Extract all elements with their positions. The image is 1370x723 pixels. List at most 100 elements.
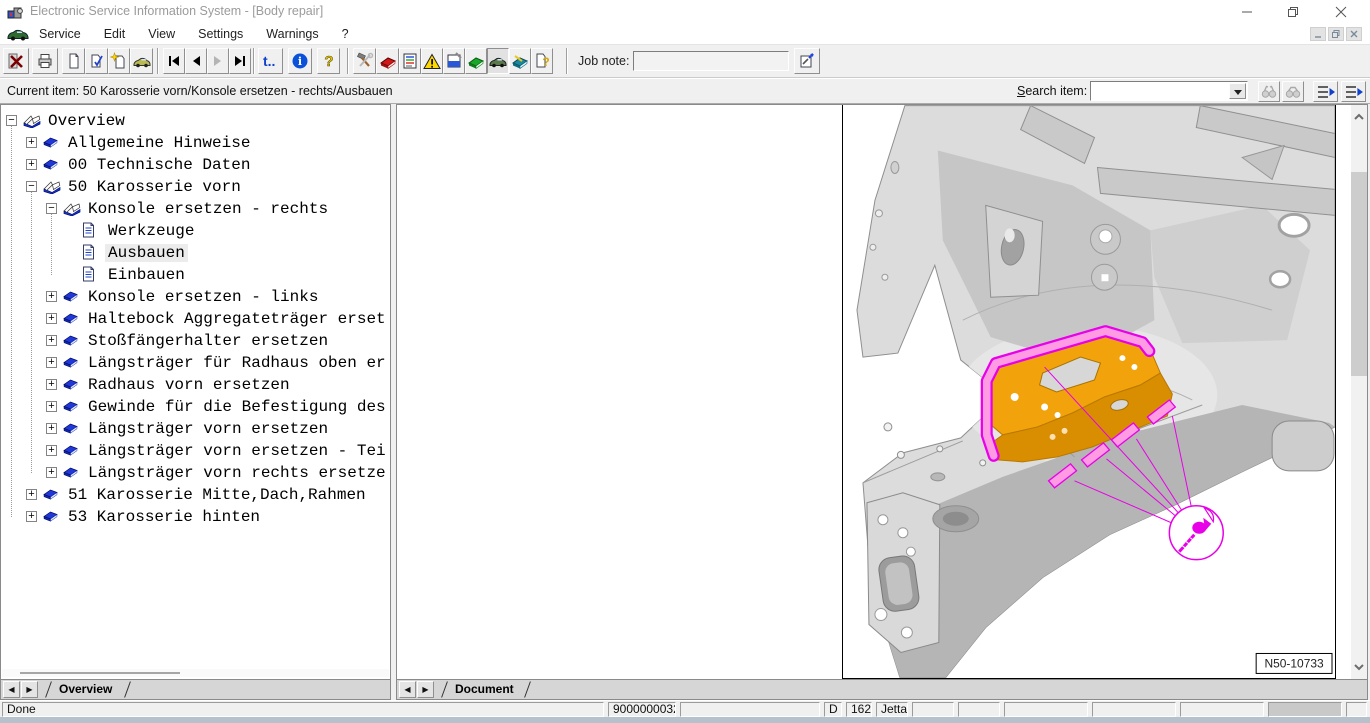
search-item-input[interactable] (1092, 83, 1228, 99)
scroll-up-icon[interactable] (1353, 111, 1365, 123)
tree-expander[interactable] (46, 313, 57, 324)
print-button[interactable] (32, 48, 58, 74)
restore-button[interactable] (1270, 0, 1316, 24)
tree-item[interactable]: Werkzeuge (1, 220, 390, 242)
new-document-button[interactable] (62, 48, 85, 74)
menu-item[interactable]: Edit (99, 27, 131, 41)
search-item-combobox[interactable] (1090, 81, 1248, 101)
tree-expander[interactable] (46, 357, 57, 368)
tree-item[interactable]: Einbauen (1, 264, 390, 286)
closed-book-icon (42, 509, 59, 524)
job-note-input[interactable] (633, 51, 789, 71)
tree-expander[interactable] (6, 115, 17, 126)
tree-expander[interactable] (26, 181, 37, 192)
new-page-button[interactable] (108, 48, 130, 74)
menu-item[interactable]: ? (337, 27, 354, 41)
tree-expander[interactable] (46, 379, 57, 390)
tree-item[interactable]: 50 Karosserie vorn (1, 176, 390, 198)
tree-item-icon (62, 465, 83, 481)
tree-expander[interactable] (46, 467, 57, 478)
tree-item[interactable]: Overview (1, 110, 390, 132)
next-item-button[interactable] (207, 48, 229, 74)
tree-item-icon (62, 377, 83, 393)
tree-item[interactable]: 53 Karosserie hinten (1, 506, 390, 528)
expand-tree-button[interactable] (1341, 81, 1366, 102)
previous-item-button[interactable] (185, 48, 207, 74)
tree-item[interactable]: 00 Technische Daten (1, 154, 390, 176)
combo-dropdown-button[interactable] (1229, 83, 1246, 99)
tree-expander[interactable] (46, 423, 57, 434)
scroll-down-icon[interactable] (1353, 661, 1365, 673)
tree-expander[interactable] (46, 401, 57, 412)
tree-expander[interactable] (46, 203, 57, 214)
mdi-close-button[interactable] (1346, 27, 1362, 41)
edit-note-button[interactable] (794, 48, 820, 74)
tree-expander[interactable] (26, 137, 37, 148)
tree-expander[interactable] (26, 489, 37, 500)
document-help-button[interactable]: ? (531, 48, 553, 74)
document-scrollbar-thumb[interactable] (1351, 172, 1367, 376)
tree-item[interactable]: 51 Karosserie Mitte,Dach,Rahmen (1, 484, 390, 506)
last-item-button[interactable] (229, 48, 251, 74)
tree-expander[interactable] (26, 159, 37, 170)
vehicle-data-button[interactable] (487, 48, 509, 74)
tree-item[interactable]: Längsträger vorn ersetzen (1, 418, 390, 440)
tree-item[interactable]: Radhaus vorn ersetzen (1, 374, 390, 396)
tree-item-icon (42, 487, 63, 503)
tree-item[interactable]: Längsträger für Radhaus oben er (1, 352, 390, 374)
tree-item-label: 53 Karosserie hinten (65, 508, 263, 526)
document-vertical-scrollbar[interactable] (1351, 105, 1367, 679)
warnings-button[interactable] (421, 48, 443, 74)
tree-item[interactable]: Gewinde für die Befestigung des (1, 396, 390, 418)
tree-horizontal-scrollbar[interactable] (2, 669, 389, 677)
info-button[interactable]: i (288, 48, 312, 74)
tab-scroll-right-button[interactable] (417, 681, 434, 698)
repair-manual-button[interactable] (376, 48, 399, 74)
mdi-minimize-button[interactable] (1310, 27, 1326, 41)
first-item-button[interactable] (163, 48, 185, 74)
search-forward-button[interactable] (1258, 81, 1280, 102)
edit-note-icon (798, 52, 816, 70)
fill-button[interactable] (443, 48, 465, 74)
service-book-button[interactable] (465, 48, 487, 74)
tree-item[interactable]: Konsole ersetzen - links (1, 286, 390, 308)
vehicle-button[interactable] (130, 48, 153, 74)
tree-item-label: 00 Technische Daten (65, 156, 253, 174)
tree-item[interactable]: Allgemeine Hinweise (1, 132, 390, 154)
menu-item[interactable]: Service (34, 27, 86, 41)
menu-item[interactable]: Warnings (261, 27, 323, 41)
tree-item[interactable]: Konsole ersetzen - rechts (1, 198, 390, 220)
tree-item-icon (62, 421, 83, 437)
edit-document-button[interactable] (85, 48, 108, 74)
tree-item-icon (42, 178, 63, 194)
tree-expander[interactable] (46, 335, 57, 346)
mdi-restore-button[interactable] (1328, 27, 1344, 41)
menu-item[interactable]: View (143, 27, 180, 41)
transaction-button[interactable]: t.. (258, 48, 283, 74)
tree-expander[interactable] (46, 291, 57, 302)
search-backward-button[interactable] (1282, 81, 1304, 102)
tree-item[interactable]: Längsträger vorn ersetzen - Tei (1, 440, 390, 462)
close-button[interactable] (1318, 0, 1364, 24)
tab-scroll-left-button[interactable] (399, 681, 416, 698)
collapse-tree-button[interactable] (1313, 81, 1338, 102)
tab-document[interactable]: Document (455, 682, 514, 696)
tree-expander[interactable] (46, 445, 57, 456)
tools-button[interactable] (353, 48, 376, 74)
help-button[interactable]: ? (317, 48, 340, 74)
tree-horizontal-scrollbar-thumb[interactable] (20, 672, 180, 674)
tree-item-icon (42, 509, 63, 525)
menu-item[interactable]: Settings (193, 27, 248, 41)
tree-item[interactable]: Stoßfängerhalter ersetzen (1, 330, 390, 352)
tab-scroll-left-button[interactable] (3, 681, 20, 698)
exit-button[interactable] (3, 48, 29, 74)
tab-overview[interactable]: Overview (59, 682, 112, 696)
tree-item[interactable]: Längsträger vorn rechts ersetze (1, 462, 390, 484)
tab-scroll-right-button[interactable] (21, 681, 38, 698)
edit-book-button[interactable] (509, 48, 531, 74)
tree-item[interactable]: Ausbauen (1, 242, 390, 264)
minimize-button[interactable] (1224, 0, 1270, 24)
component-list-button[interactable] (399, 48, 421, 74)
tree-expander[interactable] (26, 511, 37, 522)
tree-item[interactable]: Haltebock Aggregateträger erset (1, 308, 390, 330)
